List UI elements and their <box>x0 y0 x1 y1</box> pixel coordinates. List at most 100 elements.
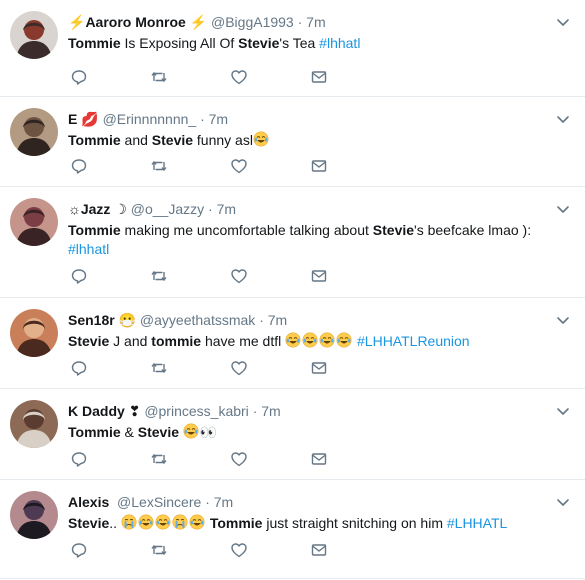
reply-icon[interactable] <box>70 68 88 86</box>
user-handle[interactable]: @ayyeethatssmak <box>140 312 255 328</box>
tweet-header: E 💋 @Erinnnnnnn_ · 7m <box>68 110 545 128</box>
mention-name: Stevie <box>151 132 194 148</box>
tears-of-joy-emoji <box>336 332 352 348</box>
separator-dot: · <box>200 111 205 127</box>
heart-icon[interactable] <box>230 267 248 285</box>
tweet[interactable]: ☼Jazz ☽ @o__Jazzy · 7m Tommie making me … <box>0 187 585 298</box>
tweet-actions <box>70 267 340 287</box>
retweet-icon[interactable] <box>150 68 168 86</box>
tweet-text: Tommie making me uncomfortable talking a… <box>68 221 545 259</box>
retweet-icon[interactable] <box>150 267 168 285</box>
tweet-text: Tommie & Stevie 👀 <box>68 423 545 442</box>
mention-name: Tommie <box>68 222 121 238</box>
heart-icon[interactable] <box>230 450 248 468</box>
tweet-header: ⚡Aaroro Monroe ⚡ @BiggA1993 · 7m <box>68 13 545 31</box>
hashtag-link[interactable]: #LHHATLReunion <box>357 333 470 349</box>
mail-icon[interactable] <box>310 157 328 175</box>
retweet-icon[interactable] <box>150 541 168 559</box>
avatar[interactable] <box>10 309 58 357</box>
hashtag-link[interactable]: #lhhatl <box>319 35 360 51</box>
user-handle[interactable]: @princess_kabri <box>144 403 248 419</box>
avatar[interactable] <box>10 11 58 59</box>
mail-icon[interactable] <box>310 267 328 285</box>
mention-name: Stevie <box>137 424 180 440</box>
mention-name: tommie <box>151 333 202 349</box>
text-segment: and <box>120 132 152 148</box>
retweet-icon[interactable] <box>150 157 168 175</box>
tweet-actions <box>70 541 340 561</box>
separator-dot: · <box>205 494 210 510</box>
name-emoji-prefix: ☼ <box>68 201 81 217</box>
heart-icon[interactable] <box>230 541 248 559</box>
display-name[interactable]: Aaroro Monroe <box>85 14 185 30</box>
mail-icon[interactable] <box>310 359 328 377</box>
tweet[interactable]: Alexis @LexSincere · 7m Stevie.. Tommie … <box>0 480 585 579</box>
avatar[interactable] <box>10 108 58 156</box>
chevron-down-icon[interactable] <box>555 403 571 419</box>
chevron-down-icon[interactable] <box>555 494 571 510</box>
avatar[interactable] <box>10 198 58 246</box>
hashtag-link[interactable]: #LHHATL <box>447 515 507 531</box>
timestamp[interactable]: 7m <box>306 14 325 30</box>
timestamp[interactable]: 7m <box>214 494 233 510</box>
tweet[interactable]: K Daddy ❣ @princess_kabri · 7m Tommie & … <box>0 389 585 480</box>
tweet-header: Alexis @LexSincere · 7m <box>68 493 545 511</box>
tweet[interactable]: ⚡Aaroro Monroe ⚡ @BiggA1993 · 7m Tommie … <box>0 0 585 97</box>
tears-of-joy-emoji <box>319 332 335 348</box>
mention-name: Tommie <box>209 515 263 531</box>
text-segment: Is Exposing All Of <box>120 35 239 51</box>
user-handle[interactable]: @LexSincere <box>117 494 201 510</box>
heart-icon[interactable] <box>230 359 248 377</box>
hashtag-link[interactable]: #lhhatl <box>68 241 109 257</box>
timestamp[interactable]: 7m <box>268 312 287 328</box>
heart-icon[interactable] <box>230 68 248 86</box>
tweet-feed: ⚡Aaroro Monroe ⚡ @BiggA1993 · 7m Tommie … <box>0 0 585 580</box>
text-segment: making me uncomfortable talking about <box>120 222 373 238</box>
retweet-icon[interactable] <box>150 450 168 468</box>
timestamp[interactable]: 7m <box>209 111 228 127</box>
chevron-down-icon[interactable] <box>555 14 571 30</box>
chevron-down-icon[interactable] <box>555 312 571 328</box>
tears-of-joy-emoji <box>302 332 318 348</box>
tweet-text: Stevie.. Tommie just straight snitching … <box>68 514 545 533</box>
user-handle[interactable]: @Erinnnnnnn_ <box>103 111 197 127</box>
tweet-text: Stevie J and tommie have me dtfl #LHHATL… <box>68 332 545 351</box>
reply-icon[interactable] <box>70 359 88 377</box>
reply-icon[interactable] <box>70 157 88 175</box>
display-name[interactable]: K Daddy <box>68 403 125 419</box>
avatar[interactable] <box>10 400 58 448</box>
name-emoji-suffix: 😷 <box>118 312 137 328</box>
avatar[interactable] <box>10 491 58 539</box>
retweet-icon[interactable] <box>150 359 168 377</box>
name-emoji-suffix: 💋 <box>81 111 99 127</box>
user-handle[interactable]: @BiggA1993 <box>211 14 294 30</box>
name-emoji-prefix: ⚡ <box>68 14 86 30</box>
mail-icon[interactable] <box>310 541 328 559</box>
mail-icon[interactable] <box>310 68 328 86</box>
display-name[interactable]: Sen18r <box>68 312 115 328</box>
tweet[interactable]: E 💋 @Erinnnnnnn_ · 7m Tommie and Stevie … <box>0 97 585 187</box>
timestamp[interactable]: 7m <box>261 403 280 419</box>
reply-icon[interactable] <box>70 450 88 468</box>
display-name[interactable]: Alexis <box>68 494 109 510</box>
text-segment: .. <box>109 515 121 531</box>
emoji-group <box>121 514 206 531</box>
name-emoji-suffix: ❣ <box>128 403 141 419</box>
mail-icon[interactable] <box>310 450 328 468</box>
name-emoji-suffix: ⚡ <box>189 14 208 30</box>
reply-icon[interactable] <box>70 267 88 285</box>
heart-icon[interactable] <box>230 157 248 175</box>
separator-dot: · <box>208 201 213 217</box>
display-name[interactable]: E <box>68 111 77 127</box>
text-segment: just straight snitching on him <box>262 515 447 531</box>
chevron-down-icon[interactable] <box>555 111 571 127</box>
user-handle[interactable]: @o__Jazzy <box>131 201 204 217</box>
tweet-actions <box>70 450 340 470</box>
tweet[interactable]: Sen18r 😷 @ayyeethatssmak · 7m Stevie J a… <box>0 298 585 389</box>
timestamp[interactable]: 7m <box>217 201 236 217</box>
tweet-actions <box>70 359 340 379</box>
mention-name: Stevie <box>68 515 110 531</box>
chevron-down-icon[interactable] <box>555 201 571 217</box>
display-name[interactable]: Jazz <box>81 201 111 217</box>
reply-icon[interactable] <box>70 541 88 559</box>
